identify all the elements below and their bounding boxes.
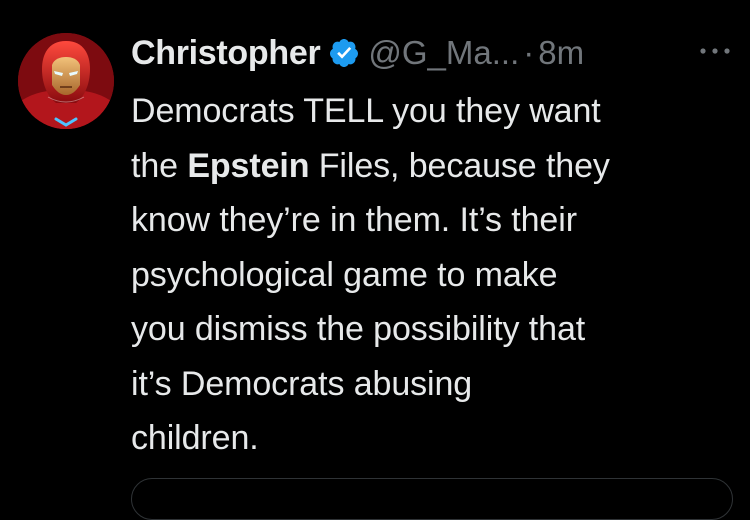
tweet-text-span: psychological game to make bbox=[131, 255, 558, 294]
iron-man-helmet-icon bbox=[18, 33, 114, 129]
tweet-timestamp[interactable]: 8m bbox=[538, 34, 584, 72]
tweet-text: Democrats TELL you they want the Epstein … bbox=[131, 84, 731, 466]
tweet-text-line: the Epstein Files, because they bbox=[131, 139, 731, 194]
tweet-text-span: Files, because they bbox=[309, 146, 610, 185]
avatar[interactable] bbox=[18, 33, 114, 129]
tweet-text-span: it’s Democrats abusing bbox=[131, 364, 473, 403]
verified-badge-icon[interactable] bbox=[328, 37, 360, 69]
tweet[interactable]: Christopher @G_Ma... · 8m Democrats TELL… bbox=[0, 0, 750, 520]
tweet-text-line: it’s Democrats abusing bbox=[131, 357, 731, 412]
tweet-text-line: Democrats TELL you they want bbox=[131, 84, 731, 139]
tweet-text-line: psychological game to make bbox=[131, 248, 731, 303]
header-separator: · bbox=[523, 34, 535, 71]
author-name[interactable]: Christopher bbox=[131, 34, 321, 73]
tweet-header: Christopher @G_Ma... · 8m bbox=[131, 30, 584, 76]
tweet-text-span: children. bbox=[131, 419, 259, 457]
tweet-text-span: know they’re in them. It’s their bbox=[131, 201, 577, 239]
tweet-text-line: children. bbox=[131, 411, 731, 466]
tweet-text-line: you dismiss the possibility that bbox=[131, 302, 731, 357]
more-options-icon[interactable] bbox=[697, 41, 733, 61]
tweet-text-span: Democrats TELL you they want bbox=[131, 92, 601, 130]
quoted-card[interactable] bbox=[131, 478, 733, 520]
tweet-text-bold: Epstein bbox=[187, 146, 310, 185]
author-handle[interactable]: @G_Ma... bbox=[368, 34, 519, 72]
tweet-text-span: the bbox=[131, 146, 188, 185]
tweet-text-span: you dismiss the possibility that bbox=[131, 310, 586, 348]
tweet-text-line: know they’re in them. It’s their bbox=[131, 193, 731, 248]
